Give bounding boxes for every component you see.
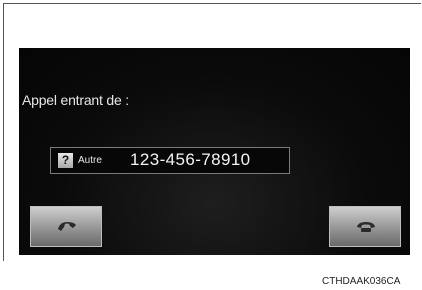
phone-answer-icon: [58, 222, 76, 231]
phone-hangup-icon: [357, 222, 375, 232]
caller-type-label: Autre: [78, 155, 102, 166]
incoming-call-heading: Appel entrant de :: [22, 92, 129, 108]
caller-phone-number: 123-456-78910: [130, 150, 251, 169]
figure-caption: CTHDAAK036CA: [322, 276, 401, 287]
unknown-contact-icon: ?: [58, 153, 73, 168]
answer-call-button[interactable]: [30, 206, 102, 247]
decline-call-button[interactable]: [329, 206, 401, 247]
caller-info-box: ? Autre 123-456-78910: [50, 147, 290, 174]
